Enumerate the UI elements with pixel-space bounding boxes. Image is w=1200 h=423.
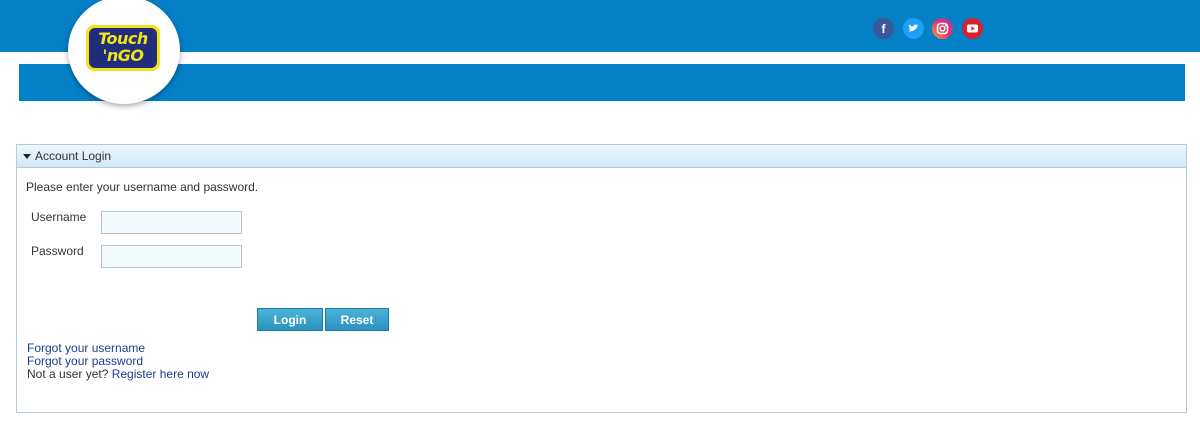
reset-button[interactable]: Reset: [325, 308, 389, 331]
forgot-username-link[interactable]: Forgot your username: [27, 341, 145, 355]
username-label: Username: [31, 210, 87, 224]
login-instructions: Please enter your username and password.: [26, 180, 259, 194]
instagram-icon[interactable]: [932, 18, 953, 39]
password-label: Password: [31, 244, 84, 258]
panel-header[interactable]: Account Login: [17, 145, 1186, 168]
svg-text:f: f: [882, 22, 887, 36]
password-input[interactable]: [101, 245, 242, 268]
logo-badge: Touch 'nGO: [86, 25, 160, 71]
logo-text-ngo: 'nGO: [102, 46, 144, 65]
panel-title: Account Login: [35, 149, 112, 163]
youtube-icon[interactable]: [962, 18, 983, 39]
caret-down-icon: [23, 154, 31, 159]
login-button[interactable]: Login: [257, 308, 323, 331]
account-login-panel: Account Login Please enter your username…: [16, 144, 1187, 413]
navigation-band: [19, 64, 1185, 101]
facebook-icon[interactable]: f: [873, 18, 894, 39]
logo[interactable]: Touch 'nGO: [68, 0, 180, 104]
username-input[interactable]: [101, 211, 242, 234]
help-links: Forgot your username Forgot your passwor…: [27, 342, 209, 381]
not-user-text: Not a user yet?: [27, 367, 109, 381]
logo-text-touch: Touch: [98, 29, 148, 48]
twitter-icon[interactable]: [903, 18, 924, 39]
forgot-password-link[interactable]: Forgot your password: [27, 354, 143, 368]
register-link[interactable]: Register here now: [112, 367, 209, 381]
logo-inner: Touch 'nGO: [89, 28, 157, 68]
top-banner: [0, 0, 1200, 52]
